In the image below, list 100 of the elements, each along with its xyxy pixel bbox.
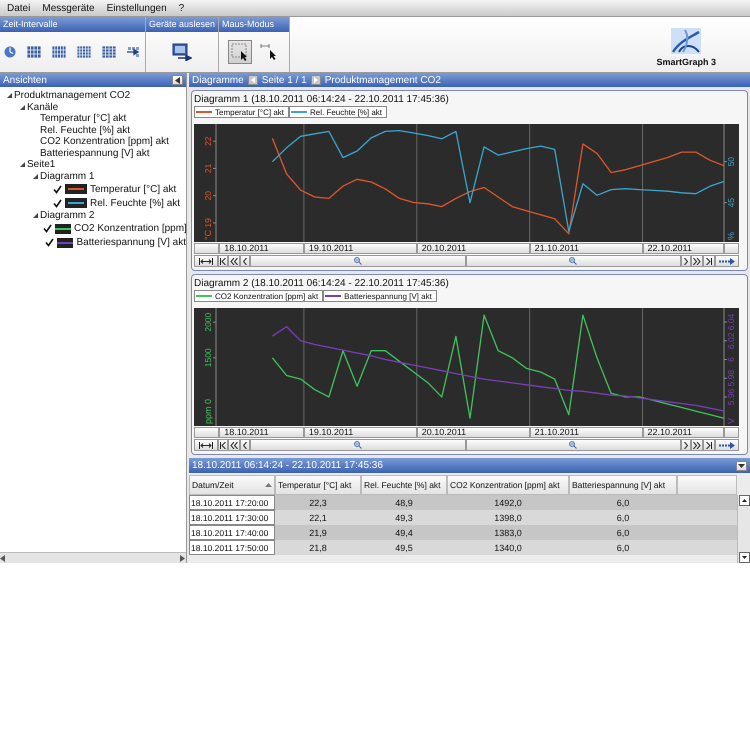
axis-label: °C — [203, 230, 213, 240]
back-button[interactable] — [240, 439, 250, 451]
first-icon — [220, 258, 226, 264]
fit-range-icon — [199, 442, 213, 448]
blank-cell — [724, 427, 739, 438]
first-icon — [220, 442, 226, 448]
last-button[interactable] — [703, 255, 715, 267]
fast-forward-icon — [693, 442, 701, 448]
collapse-left-icon — [175, 76, 180, 84]
scroll-left-icon — [0, 554, 6, 562]
axis-tick-label: 6.02 — [726, 332, 736, 350]
column-header[interactable]: Temperatur [°C] akt — [275, 475, 361, 495]
fit-range-button[interactable] — [194, 439, 218, 451]
next-page-button[interactable] — [310, 75, 321, 85]
legend-entry: Rel. Feuchte [%] akt — [289, 106, 388, 118]
tree-item[interactable]: Temperatur [°C] akt — [40, 113, 126, 124]
menu-item[interactable]: ? — [178, 2, 186, 14]
row-header: 18.10.2011 17:40:00 — [189, 525, 275, 540]
select-area-icon — [230, 43, 248, 61]
forward-button[interactable] — [681, 255, 691, 267]
table-cell-text: 1398,0 — [493, 512, 523, 524]
table-cell-text: 6,0 — [616, 512, 630, 524]
fast-back-button[interactable] — [228, 439, 240, 451]
column-header[interactable]: Datum/Zeit — [189, 475, 275, 495]
last-button[interactable] — [703, 439, 715, 451]
scroll-down-icon — [742, 556, 746, 559]
dropdown-icon — [738, 464, 745, 468]
column-header[interactable]: Rel. Feuchte [%] akt — [361, 475, 447, 495]
clock-icon — [4, 46, 16, 58]
fast-forward-button[interactable] — [691, 439, 703, 451]
tree-item[interactable]: Kanäle — [27, 102, 58, 113]
back-icon — [243, 258, 247, 264]
menu-item[interactable]: Messgeräte — [41, 2, 96, 14]
tree-item[interactable]: Batteriespannung [V] akt — [40, 148, 150, 159]
tree-item[interactable]: Produktmanagement CO2 — [14, 90, 130, 102]
toolbar-button[interactable] — [228, 40, 252, 64]
fast-back-icon — [230, 442, 238, 448]
group-title: Geräte auslesen — [146, 17, 218, 32]
fit-range-button[interactable] — [194, 255, 218, 267]
dropdown-button[interactable] — [736, 460, 747, 470]
column-header[interactable]: CO2 Konzentration [ppm] akt — [447, 475, 569, 495]
date-label: 19.10.2011 — [304, 243, 417, 254]
scroll-right-icon — [180, 554, 186, 562]
tree-item[interactable]: Temperatur [°C] akt — [90, 184, 176, 194]
grid-icon — [102, 46, 116, 58]
checkbox-icon[interactable] — [43, 224, 52, 233]
axis-tick-label: 2000 — [203, 312, 213, 332]
axis-tick-label: 6.04 — [726, 314, 736, 330]
checkbox-icon[interactable] — [53, 198, 62, 208]
scroll-end-button[interactable] — [715, 439, 739, 451]
section-title: Diagramme — [192, 74, 244, 86]
checkbox-icon[interactable] — [45, 238, 54, 247]
table-cell-text: 1492,0 — [493, 496, 523, 510]
last-icon — [706, 442, 712, 448]
date-label: 20.10.2011 — [416, 243, 530, 254]
tree-item[interactable]: Rel. Feuchte [%] akt — [40, 124, 130, 136]
menu-item[interactable]: Einstellungen — [106, 2, 168, 14]
date-label: 18.10.2011 — [219, 427, 304, 438]
date-label: 19.10.2011 — [304, 427, 417, 438]
previous-page-button[interactable] — [248, 75, 258, 85]
axis-tick-label: 22 — [203, 136, 213, 146]
tree-item[interactable]: Rel. Feuchte [%] akt — [90, 198, 180, 208]
row-header: 18.10.2011 17:20:00 — [189, 495, 275, 510]
date-label: 18.10.2011 — [219, 243, 304, 254]
scroll-end-button[interactable] — [715, 255, 739, 267]
first-button[interactable] — [218, 439, 228, 451]
table-cell-text: 22,3 — [308, 496, 328, 510]
arrow-right-icon — [719, 258, 735, 264]
horizontal-scrollbar[interactable] — [0, 552, 186, 563]
tree-item[interactable]: CO2 Konzentration [ppm] akt — [40, 136, 169, 148]
date-label: 22.10.2011 — [642, 243, 724, 254]
table-cell-text: 6,0 — [616, 526, 630, 540]
table-cell-text: 21,8 — [308, 542, 328, 554]
back-button[interactable] — [240, 255, 250, 267]
forward-button[interactable] — [681, 439, 691, 451]
forward-icon — [684, 442, 688, 448]
tree-item[interactable]: Batteriespannung [V] akt — [76, 237, 186, 248]
first-button[interactable] — [218, 255, 228, 267]
fast-back-button[interactable] — [228, 255, 240, 267]
vertical-scrollbar[interactable] — [737, 495, 750, 563]
checkbox-icon[interactable] — [53, 184, 62, 194]
axis-tick-label: 5.98 — [726, 370, 736, 386]
legend-entry: Temperatur [°C] akt — [194, 106, 289, 118]
tree-item[interactable]: Seite1 — [27, 159, 56, 170]
collapse-button[interactable] — [172, 75, 183, 85]
monitor-arrow-icon — [172, 43, 192, 61]
tree-item[interactable]: Diagramm 1 — [40, 170, 94, 182]
chart-title: Diagramm 2 (18.10.2011 06:14:24 - 22.10.2011 17:45:36) — [194, 278, 450, 290]
next-icon — [314, 77, 318, 83]
axis-label: ppm 0 — [203, 398, 213, 424]
grid-arrow-icon — [127, 46, 141, 58]
tree-item[interactable]: CO2 Konzentration [ppm] — [74, 223, 187, 234]
menu-item[interactable]: Datei — [6, 2, 32, 14]
grid-icon — [27, 46, 41, 58]
tree-item[interactable]: Diagramm 2 — [40, 210, 94, 222]
fast-forward-button[interactable] — [691, 255, 703, 267]
scroll-up-icon — [742, 499, 746, 502]
column-header[interactable]: Batteriespannung [V] akt — [569, 475, 677, 495]
back-icon — [243, 442, 247, 448]
table-cell-text: 22,1 — [308, 512, 328, 524]
